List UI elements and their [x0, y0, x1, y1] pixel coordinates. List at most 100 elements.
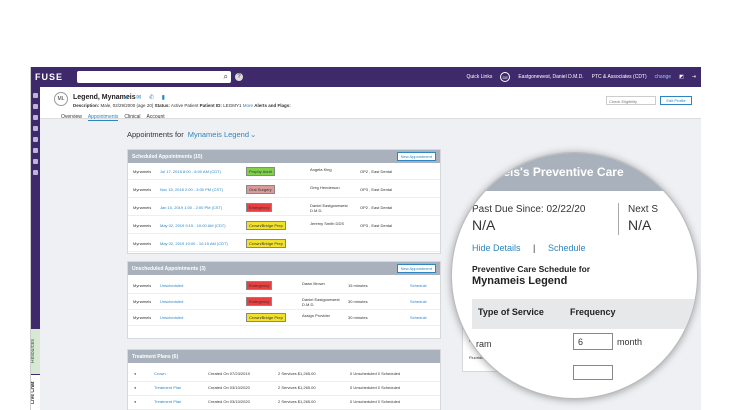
app-window: FUSE ⌕ ? Quick Links DE Eastgonewest, Da…	[30, 67, 701, 410]
appointment-type-badge: Oral Surgery	[246, 185, 275, 194]
duration-cell: 30 minutes	[348, 299, 368, 304]
created-cell: Created On 07/23/2019	[208, 371, 250, 376]
scheduled-count-cell: 0 Unscheduled 0 Scheduled	[350, 371, 401, 376]
table-row[interactable]: Mynameis Jan 10, 2019 1:00 - 2:00 PM (CST…	[128, 200, 440, 216]
status-link[interactable]: Unscheduled	[160, 315, 183, 320]
nav-icon-6[interactable]	[33, 148, 38, 153]
tab-overview[interactable]: Overview	[61, 114, 82, 121]
settings-icon[interactable]	[33, 170, 38, 175]
exam-label: ram	[476, 339, 492, 349]
change-practice-link[interactable]: change	[655, 74, 671, 80]
schedule-patient-name: Mynameis Legend	[472, 275, 568, 287]
table-row[interactable]: Mynameis Unscheduled Emergency Daniel Eastg…	[128, 294, 440, 310]
nav-icon-5[interactable]	[33, 137, 38, 142]
date-link[interactable]: Jul 17, 2018 8:00 - 8:00 AM (CDT)	[160, 169, 221, 174]
magnifier-callout: ynameis's Preventive Care Past Due Since…	[451, 152, 698, 399]
status-link[interactable]: Unscheduled	[160, 283, 183, 288]
date-link[interactable]: May 02, 2019 10:00 - 10:15 AM (CDT)	[160, 241, 228, 246]
help-icon[interactable]: ?	[235, 73, 243, 81]
chevron-down-icon[interactable]: ⌄	[250, 130, 256, 139]
patient-cell: Mynameis	[133, 187, 152, 192]
plan-name-link[interactable]: Crown	[154, 371, 166, 376]
plan-name-link[interactable]: Treatment Plan	[154, 399, 181, 404]
expand-icon[interactable]: ◩	[679, 74, 684, 80]
appointments-for-heading: Appointments for Mynameis Legend⌄	[127, 130, 257, 139]
patient-cell: Mynameis	[133, 205, 152, 210]
plan-icon: ●	[134, 399, 137, 404]
nav-icon-7[interactable]	[33, 159, 38, 164]
hide-details-link[interactable]: Hide Details	[472, 243, 521, 253]
search-input[interactable]: ⌕	[77, 71, 231, 83]
edit-profile-button[interactable]: Edit Profile	[660, 96, 692, 105]
col-frequency: Frequency	[570, 307, 616, 317]
table-row[interactable]: Mynameis Unscheduled Crown/Bridge Prep Assi…	[128, 310, 440, 326]
card-header: Treatment Plans (6)	[128, 350, 440, 363]
location-cell: OP3 , East Dental	[360, 223, 393, 228]
schedule-link[interactable]: Schedule	[410, 299, 427, 304]
appointment-type-badge: Crown/Bridge Prep	[246, 221, 286, 230]
tab-clinical[interactable]: Clinical	[124, 114, 140, 121]
plan-name-link[interactable]: Treatment Plan	[154, 385, 181, 390]
practice-name: PTC & Associates (CDT)	[591, 74, 647, 80]
check-eligibility-select[interactable]: Check Eligibility	[606, 96, 656, 105]
exam-frequency-input[interactable]: 6	[573, 333, 613, 350]
patient-contact-icons[interactable]: ● ✉ ✆ ▮	[125, 94, 168, 101]
avatar[interactable]: DE	[500, 72, 511, 82]
status-link[interactable]: Unscheduled	[160, 299, 183, 304]
nav-icon-2[interactable]	[33, 104, 38, 109]
new-appointment-button[interactable]: New Appointment	[396, 152, 436, 161]
table-row[interactable]: Mynameis Jul 17, 2018 8:00 - 8:00 AM (CDT…	[128, 164, 440, 180]
more-link[interactable]: More	[243, 103, 253, 108]
table-row[interactable]: Mynameis May 02, 2019 10:00 - 10:15 AM (C…	[128, 236, 440, 252]
tab-account[interactable]: Account	[147, 114, 165, 121]
schedule-link[interactable]: Schedule	[410, 283, 427, 288]
nav-icon-1[interactable]	[33, 93, 38, 98]
table-row[interactable]: Mynameis Unscheduled Emergency Dawn Brown 15…	[128, 278, 440, 294]
col-type-of-service: Type of Service	[478, 307, 544, 317]
appointment-type-badge: Emergency	[246, 297, 273, 306]
separator: |	[533, 243, 536, 253]
patient-cell: Mynameis	[133, 283, 152, 288]
location-cell: OP3 , East Dental	[360, 187, 393, 192]
next-value: N/A	[628, 217, 652, 233]
frequency-input-2[interactable]	[573, 365, 613, 380]
tab-appointments[interactable]: Appointments	[87, 114, 119, 121]
provider-cell: Daniel Eastgonewest D.M.D.	[302, 297, 340, 307]
services-cell: 2 Services $1,265.00	[278, 371, 316, 376]
nav-icon-4[interactable]	[33, 126, 38, 131]
schedule-table-header: Type of Service Frequency	[472, 299, 697, 329]
provider-cell: Greg Henderson	[310, 185, 340, 190]
nav-icon-3[interactable]	[33, 115, 38, 120]
patient-cell: Mynameis	[133, 169, 152, 174]
live-chat-tab[interactable]: Live Chat	[31, 375, 40, 410]
user-name[interactable]: Eastgonewest, Daniel D.M.D.	[518, 74, 583, 80]
fuse-logo: FUSE	[35, 72, 64, 82]
quick-links-button[interactable]: Quick Links	[466, 74, 492, 80]
patient-description: Description: Male, 02/29/2000 (age 20) S…	[73, 103, 291, 108]
appointment-type-badge: Crown/Bridge Prep	[246, 313, 286, 322]
patient-cell: Mynameis	[133, 241, 152, 246]
patient-selector[interactable]: Mynameis Legend	[188, 130, 249, 139]
schedule-heading: Preventive Care Schedule for	[472, 264, 591, 274]
appointment-type-badge: Emergency	[246, 203, 273, 212]
duration-cell: 15 minutes	[348, 283, 368, 288]
search-icon[interactable]: ⌕	[224, 72, 228, 82]
logout-icon[interactable]: ⇥	[692, 74, 696, 80]
date-link[interactable]: Jan 10, 2019 1:00 - 2:00 PM (CST)	[160, 205, 222, 210]
new-appointment-button[interactable]: New Appointment	[396, 264, 436, 273]
services-cell: 2 Services $1,265.00	[278, 385, 316, 390]
provider-cell: Dawn Brown	[302, 281, 325, 286]
resources-tab[interactable]: Resources	[31, 329, 40, 374]
schedule-link[interactable]: Schedule	[410, 315, 427, 320]
appointment-type-badge: Crown/Bridge Prep	[246, 239, 286, 248]
card-header: Scheduled Appointments (15)	[128, 150, 440, 163]
table-row[interactable]: Mynameis Nov 15, 2018 2:00 - 3:00 PM (CST…	[128, 182, 440, 198]
date-link[interactable]: Nov 15, 2018 2:00 - 3:00 PM (CST)	[160, 187, 223, 192]
table-row[interactable]: ● Treatment Plan Created On 03/10/2020 2 Se…	[128, 394, 440, 410]
services-cell: 2 Services $1,265.00	[278, 399, 316, 404]
table-row[interactable]: Mynameis May 02, 2019 9:15 - 10:00 AM (CD…	[128, 218, 440, 234]
scheduled-count-cell: 0 Unscheduled 0 Scheduled	[350, 385, 401, 390]
date-link[interactable]: May 02, 2019 9:15 - 10:00 AM (CDT)	[160, 223, 226, 228]
provider-cell: Angela King	[310, 167, 332, 172]
schedule-link[interactable]: Schedule	[548, 243, 586, 253]
